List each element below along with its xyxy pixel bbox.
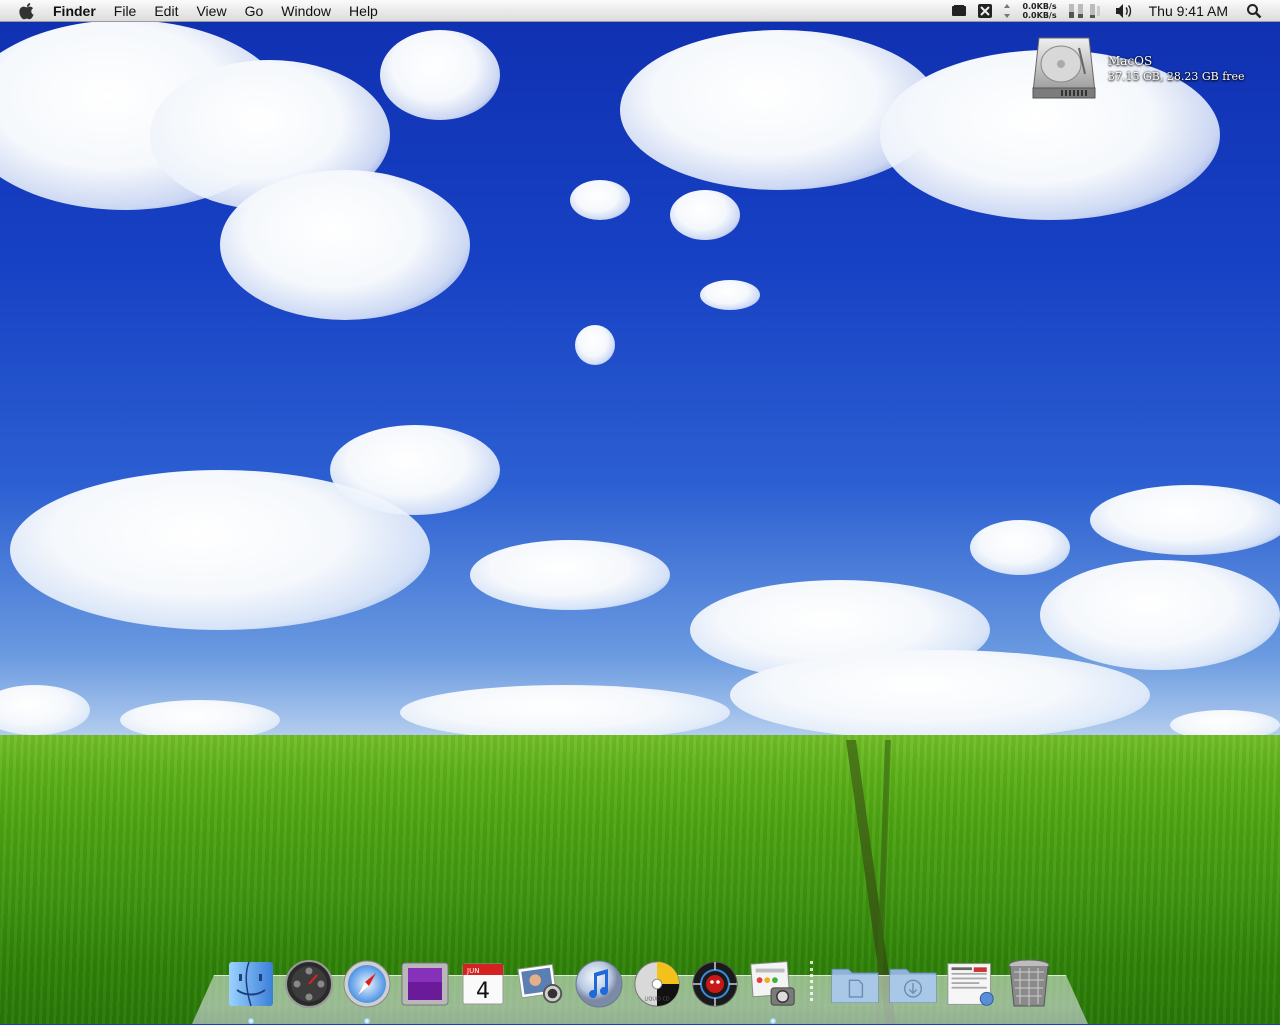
running-indicator [248,1018,254,1024]
dock-trash[interactable] [1004,957,1054,1011]
drive-name: MacOS [1108,54,1153,68]
hard-drive-icon[interactable] [1031,34,1097,102]
cloud [120,700,280,740]
menu-view[interactable]: View [187,0,235,22]
cloud [700,280,760,310]
dock-preview[interactable] [748,957,798,1024]
memory-meter-icon[interactable] [1068,0,1104,22]
display-icon[interactable] [951,0,967,22]
dock-itunes[interactable] [574,957,624,1011]
menu-file[interactable]: File [105,0,146,22]
menu-bar: Finder File Edit View Go Window Help 0.0… [0,0,1280,22]
cloud [970,520,1070,575]
menu-go[interactable]: Go [236,0,273,22]
dashboard-icon [285,960,333,1008]
dock: JUN 4 LIQUID CD [222,951,1058,1024]
cloud [730,650,1150,740]
script-icon[interactable] [977,0,993,22]
menu-help[interactable]: Help [340,0,387,22]
dock-front-row[interactable] [400,957,450,1011]
finder-icon [229,961,273,1007]
spotlight-icon[interactable] [1246,0,1262,22]
cloud [470,540,670,610]
volume-icon[interactable] [1114,0,1134,22]
net-up-speed: 0.0KB/s [1022,2,1057,11]
preview-icon [750,961,795,1006]
dock-file-stack[interactable] [946,957,996,1011]
cloud [575,325,615,365]
cloud [670,190,740,240]
liquid-cd-label: LIQUID CD [644,996,669,1002]
menu-clock[interactable]: Thu 9:41 AM [1149,3,1228,19]
menu-edit[interactable]: Edit [145,0,187,22]
menu-window[interactable]: Window [272,0,340,22]
bug-target-icon [692,961,738,1007]
dock-ical[interactable]: JUN 4 [458,957,508,1011]
calendar-month: JUN [466,967,479,975]
cloud [220,170,470,320]
network-arrows-icon[interactable] [1003,0,1011,22]
drive-info: 37.15 GB, 28.23 GB free [1108,70,1245,83]
dock-bug-app[interactable] [690,957,740,1011]
dock-liquid-cd[interactable]: LIQUID CD [632,957,682,1011]
running-indicator [770,1018,776,1024]
liquid-cd-icon: LIQUID CD [634,961,680,1007]
cloud [570,180,630,220]
cloud [1040,560,1280,670]
dock-iphoto[interactable] [516,957,566,1011]
menu-extras: 0.0KB/s 0.0KB/s Thu 9:41 AM [946,0,1280,22]
dock-separator[interactable] [810,961,824,1001]
cloud [330,425,500,515]
net-down-speed: 0.0KB/s [1022,11,1057,20]
dock-finder[interactable] [226,957,276,1024]
calendar-icon: JUN 4 [462,963,504,1005]
purple-screen-icon [401,962,449,1006]
downloads-folder-icon [889,968,937,1003]
menu-app-finder[interactable]: Finder [53,0,105,22]
dock-documents-folder[interactable] [830,957,880,1011]
document-stack-icon [947,963,994,1006]
safari-compass-icon [343,960,391,1008]
desktop-wallpaper [0,0,1280,1024]
cloud [380,30,500,120]
calendar-day: 4 [476,979,490,1004]
drive-label[interactable]: MacOS 37.15 GB, 28.23 GB free [1108,54,1245,83]
cloud [400,685,730,740]
running-indicator [364,1018,370,1024]
apple-logo-icon[interactable] [19,2,37,20]
iphoto-icon [517,963,563,1004]
dock-downloads-folder[interactable] [888,957,938,1011]
trash-icon [1008,959,1050,1007]
network-speed: 0.0KB/s 0.0KB/s [1022,2,1056,20]
itunes-icon [575,960,623,1008]
cloud [1090,485,1280,555]
dock-dashboard[interactable] [284,957,334,1011]
dock-safari[interactable] [342,957,392,1024]
documents-folder-icon [831,968,879,1003]
